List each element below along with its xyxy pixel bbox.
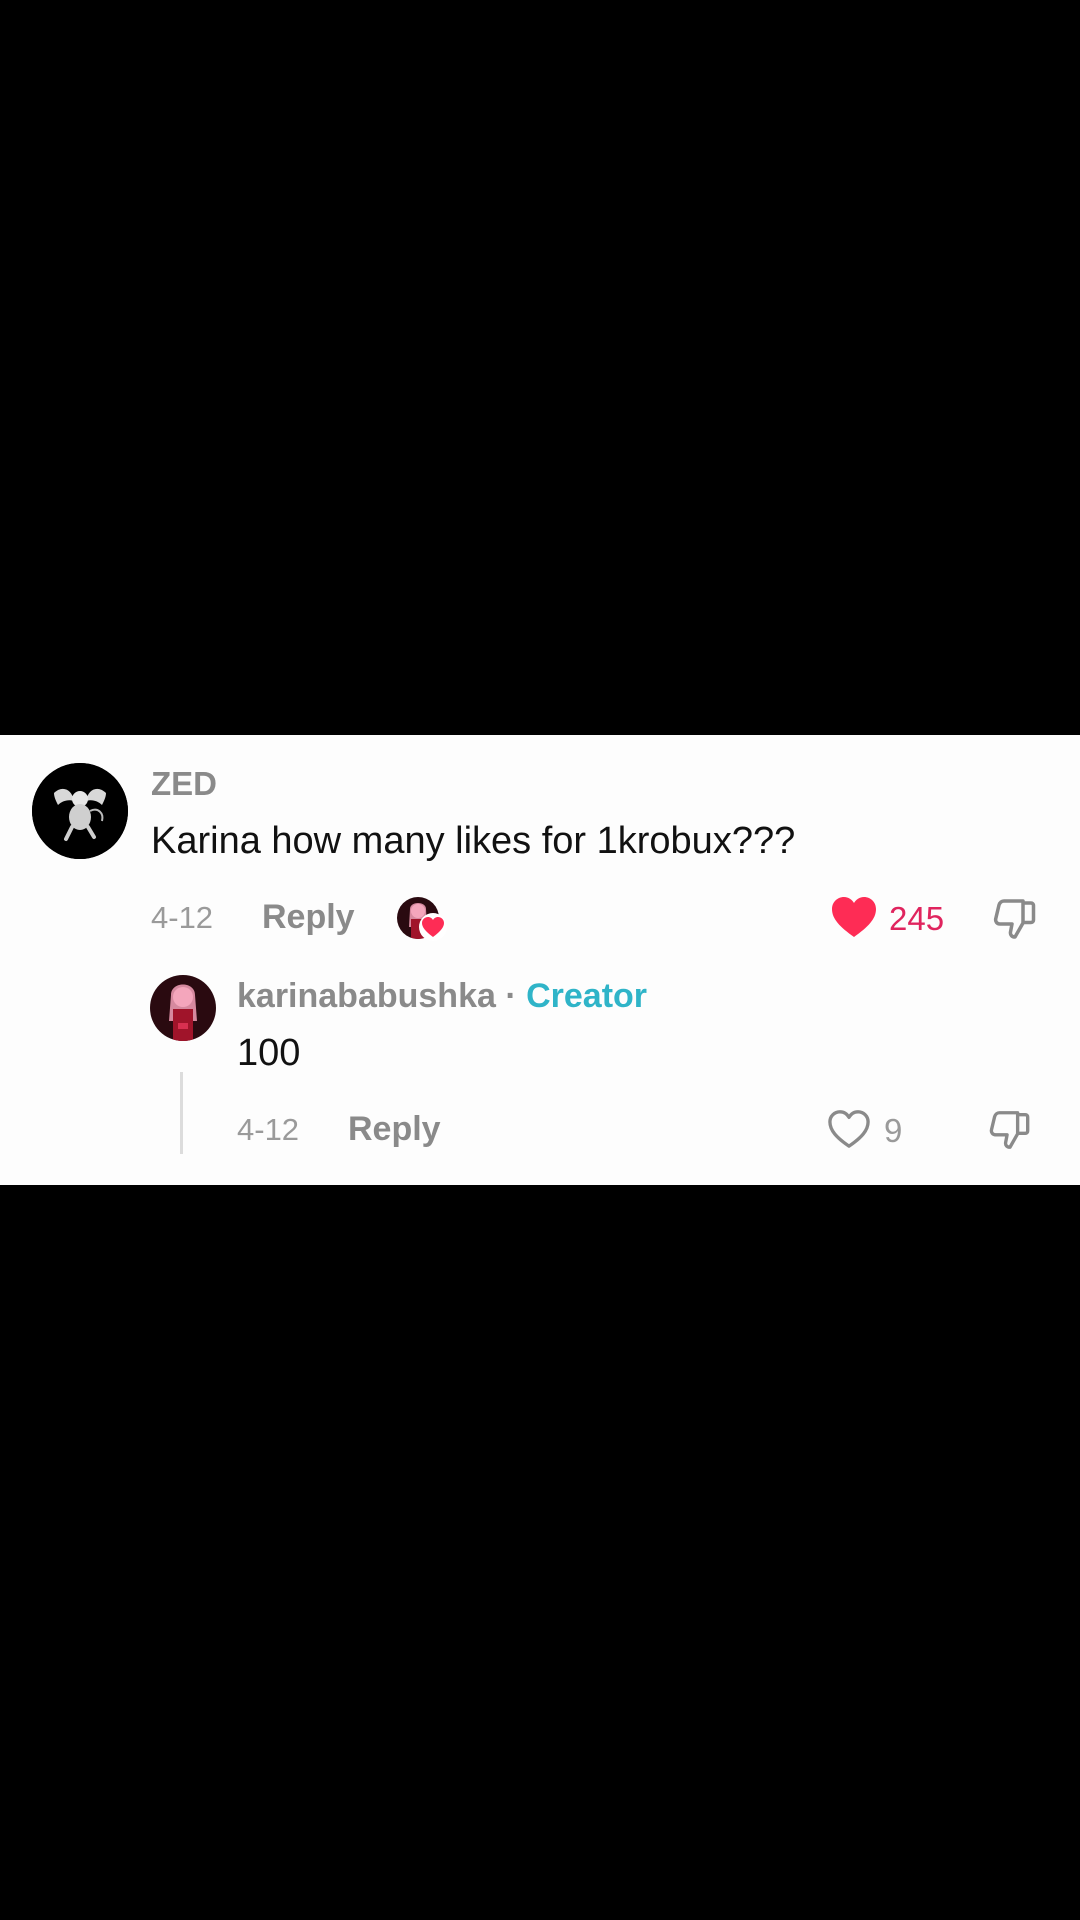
- reply-reply-button[interactable]: Reply: [348, 1110, 441, 1149]
- separator: ·: [495, 977, 527, 1015]
- comments-panel: ZED Karina how many likes for 1krobux???…: [0, 735, 1080, 1185]
- reply-text: 100: [237, 1032, 301, 1074]
- creator-badge: Creator: [526, 977, 648, 1015]
- heart-outline-icon[interactable]: [826, 1108, 872, 1150]
- thumbs-down-icon[interactable]: [990, 895, 1038, 943]
- commenter-username[interactable]: ZED: [151, 765, 217, 803]
- reply-date: 4-12: [237, 1112, 300, 1147]
- comment-date: 4-12: [151, 900, 214, 935]
- cherub-icon: [32, 763, 128, 859]
- heart-icon[interactable]: [830, 895, 878, 939]
- reply-like-count: 9: [884, 1112, 903, 1149]
- commenter-avatar[interactable]: [32, 763, 128, 859]
- reply-username[interactable]: karinababushka: [237, 977, 496, 1015]
- thread-line: [180, 1072, 183, 1154]
- creator-avatar[interactable]: [150, 975, 216, 1041]
- reply-header: karinababushka · Creator: [237, 977, 647, 1016]
- liked-by-creator-badge: [397, 897, 449, 941]
- comment-like-count: 245: [889, 900, 945, 937]
- comment-reply-button[interactable]: Reply: [262, 898, 355, 937]
- thumbs-down-icon[interactable]: [986, 1107, 1032, 1153]
- creator-heart-icon: [419, 913, 447, 941]
- comment-text: Karina how many likes for 1krobux???: [151, 820, 796, 862]
